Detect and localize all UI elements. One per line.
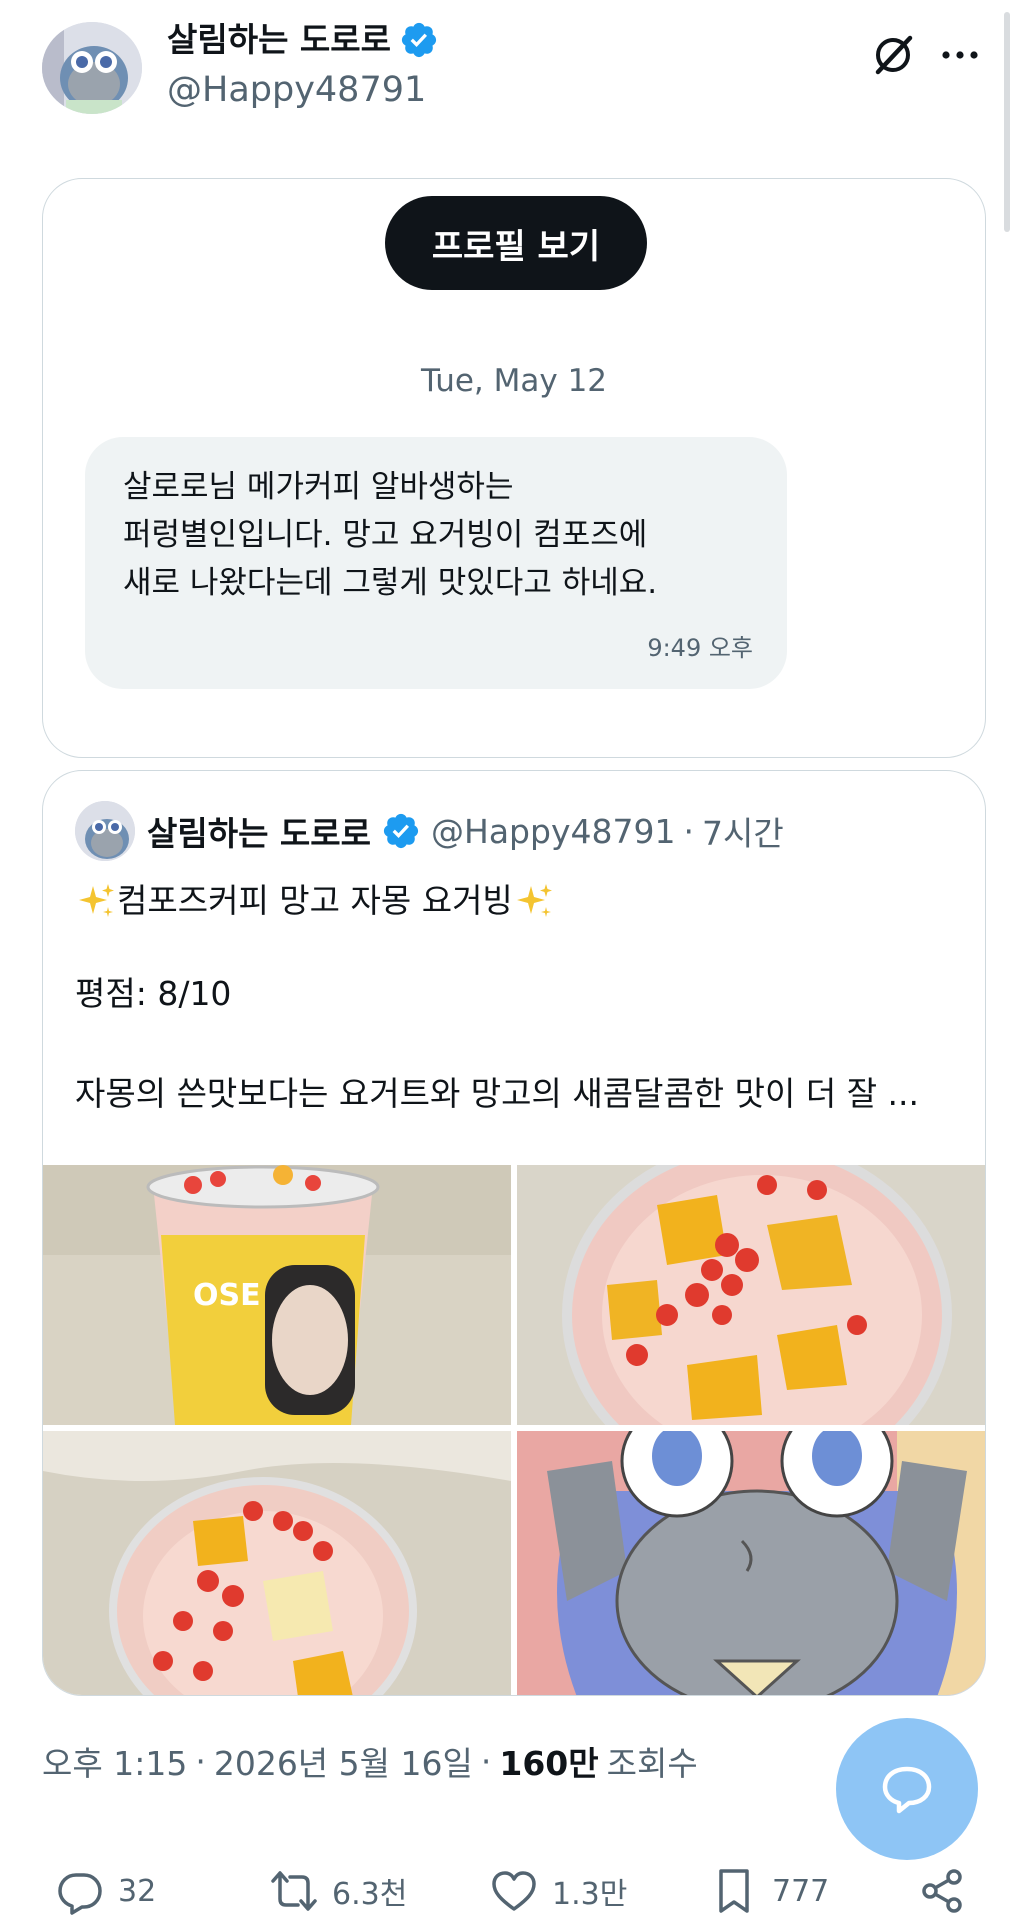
photo-yogurt-cup[interactable]: OSE [43, 1165, 511, 1425]
chat-card: 프로필 보기 Tue, May 12 살로로님 메가커피 알바생하는 퍼렁별인입… [42, 178, 986, 758]
photo-yogurt-side[interactable] [43, 1431, 511, 1695]
like-button[interactable]: 1.3만 [490, 1866, 627, 1916]
svg-text:OSE: OSE [193, 1278, 261, 1313]
reply-icon [58, 1873, 102, 1915]
meta-separator: · [195, 1741, 206, 1781]
chat-bubble-icon [882, 1766, 932, 1814]
quoted-separator: · [683, 811, 694, 851]
message-text: 살로로님 메가커피 알바생하는 퍼렁별인입니다. 망고 요거빙이 컴포즈에 새로… [123, 469, 658, 601]
share-button[interactable] [918, 1866, 966, 1916]
sparkles-icon [79, 884, 114, 917]
views-label: 조회수 [606, 1744, 698, 1783]
repost-count: 6.3천 [332, 1877, 408, 1912]
views-count[interactable]: 160만 [499, 1737, 598, 1785]
quoted-handle: @Happy48791 [431, 811, 676, 851]
quoted-post-card[interactable]: 살림하는 도로로 @Happy48791 · 7시간 컴포즈커피 망고 자몽 요… [42, 770, 986, 1696]
post-time: 오후 1:15 [42, 1744, 188, 1783]
action-bar: 32 6.3천 1.3만 777 [0, 1862, 1024, 1921]
quoted-age: 7시간 [701, 814, 784, 853]
verified-badge-icon [383, 813, 419, 849]
message-time: 9:49 오후 [647, 634, 753, 662]
reply-count: 32 [118, 1873, 157, 1909]
photo-yogurt-top[interactable] [517, 1165, 985, 1425]
verified-badge-icon [401, 22, 437, 58]
quoted-title: 컴포즈커피 망고 자몽 요거빙 [75, 871, 555, 931]
message-bubble: 살로로님 메가커피 알바생하는 퍼렁별인입니다. 망고 요거빙이 컴포즈에 새로… [85, 437, 787, 689]
quoted-post-header: 살림하는 도로로 @Happy48791 · 7시간 [147, 801, 784, 861]
view-profile-button[interactable]: 프로필 보기 [385, 196, 647, 290]
heart-icon [492, 1871, 536, 1911]
photo-character[interactable] [517, 1431, 985, 1695]
scrollbar[interactable] [1004, 12, 1010, 232]
meta-separator: · [480, 1741, 492, 1781]
quoted-rating: 평점: 8/10 [75, 974, 232, 1013]
tweet-header: 살림하는 도로로 @Happy48791 [42, 18, 982, 118]
post-meta: 오후 1:15 · 2026년 5월 16일 · 160만 조회수 [42, 1737, 698, 1785]
post-date: 2026년 5월 16일 [213, 1744, 473, 1783]
compose-reply-button[interactable] [836, 1718, 978, 1860]
quoted-avatar [75, 801, 135, 861]
like-count: 1.3만 [552, 1877, 628, 1912]
avatar[interactable] [42, 22, 142, 114]
quoted-body-preview: 자몽의 쓴맛보다는 요거트와 망고의 새콤달콤한 맛이 더 잘 ... [75, 1074, 920, 1113]
quoted-title-text: 컴포즈커피 망고 자몽 요거빙 [117, 881, 513, 920]
display-name-text: 살림하는 도로로 [167, 20, 392, 59]
repost-button[interactable]: 6.3천 [270, 1866, 407, 1916]
handle[interactable]: @Happy48791 [167, 68, 426, 112]
bookmark-icon [719, 1869, 749, 1913]
sparkles-icon [516, 884, 552, 917]
display-name[interactable]: 살림하는 도로로 [167, 20, 439, 60]
bookmark-button[interactable]: 777 [710, 1866, 829, 1916]
reply-button[interactable]: 32 [56, 1866, 156, 1916]
share-icon [922, 1869, 962, 1913]
chat-date: Tue, May 12 [420, 363, 608, 399]
quoted-display-name: 살림하는 도로로 [147, 814, 372, 853]
repost-icon [271, 1871, 317, 1911]
bookmark-count: 777 [772, 1873, 830, 1909]
grok-icon[interactable] [870, 32, 916, 78]
more-options-icon[interactable] [937, 32, 983, 78]
